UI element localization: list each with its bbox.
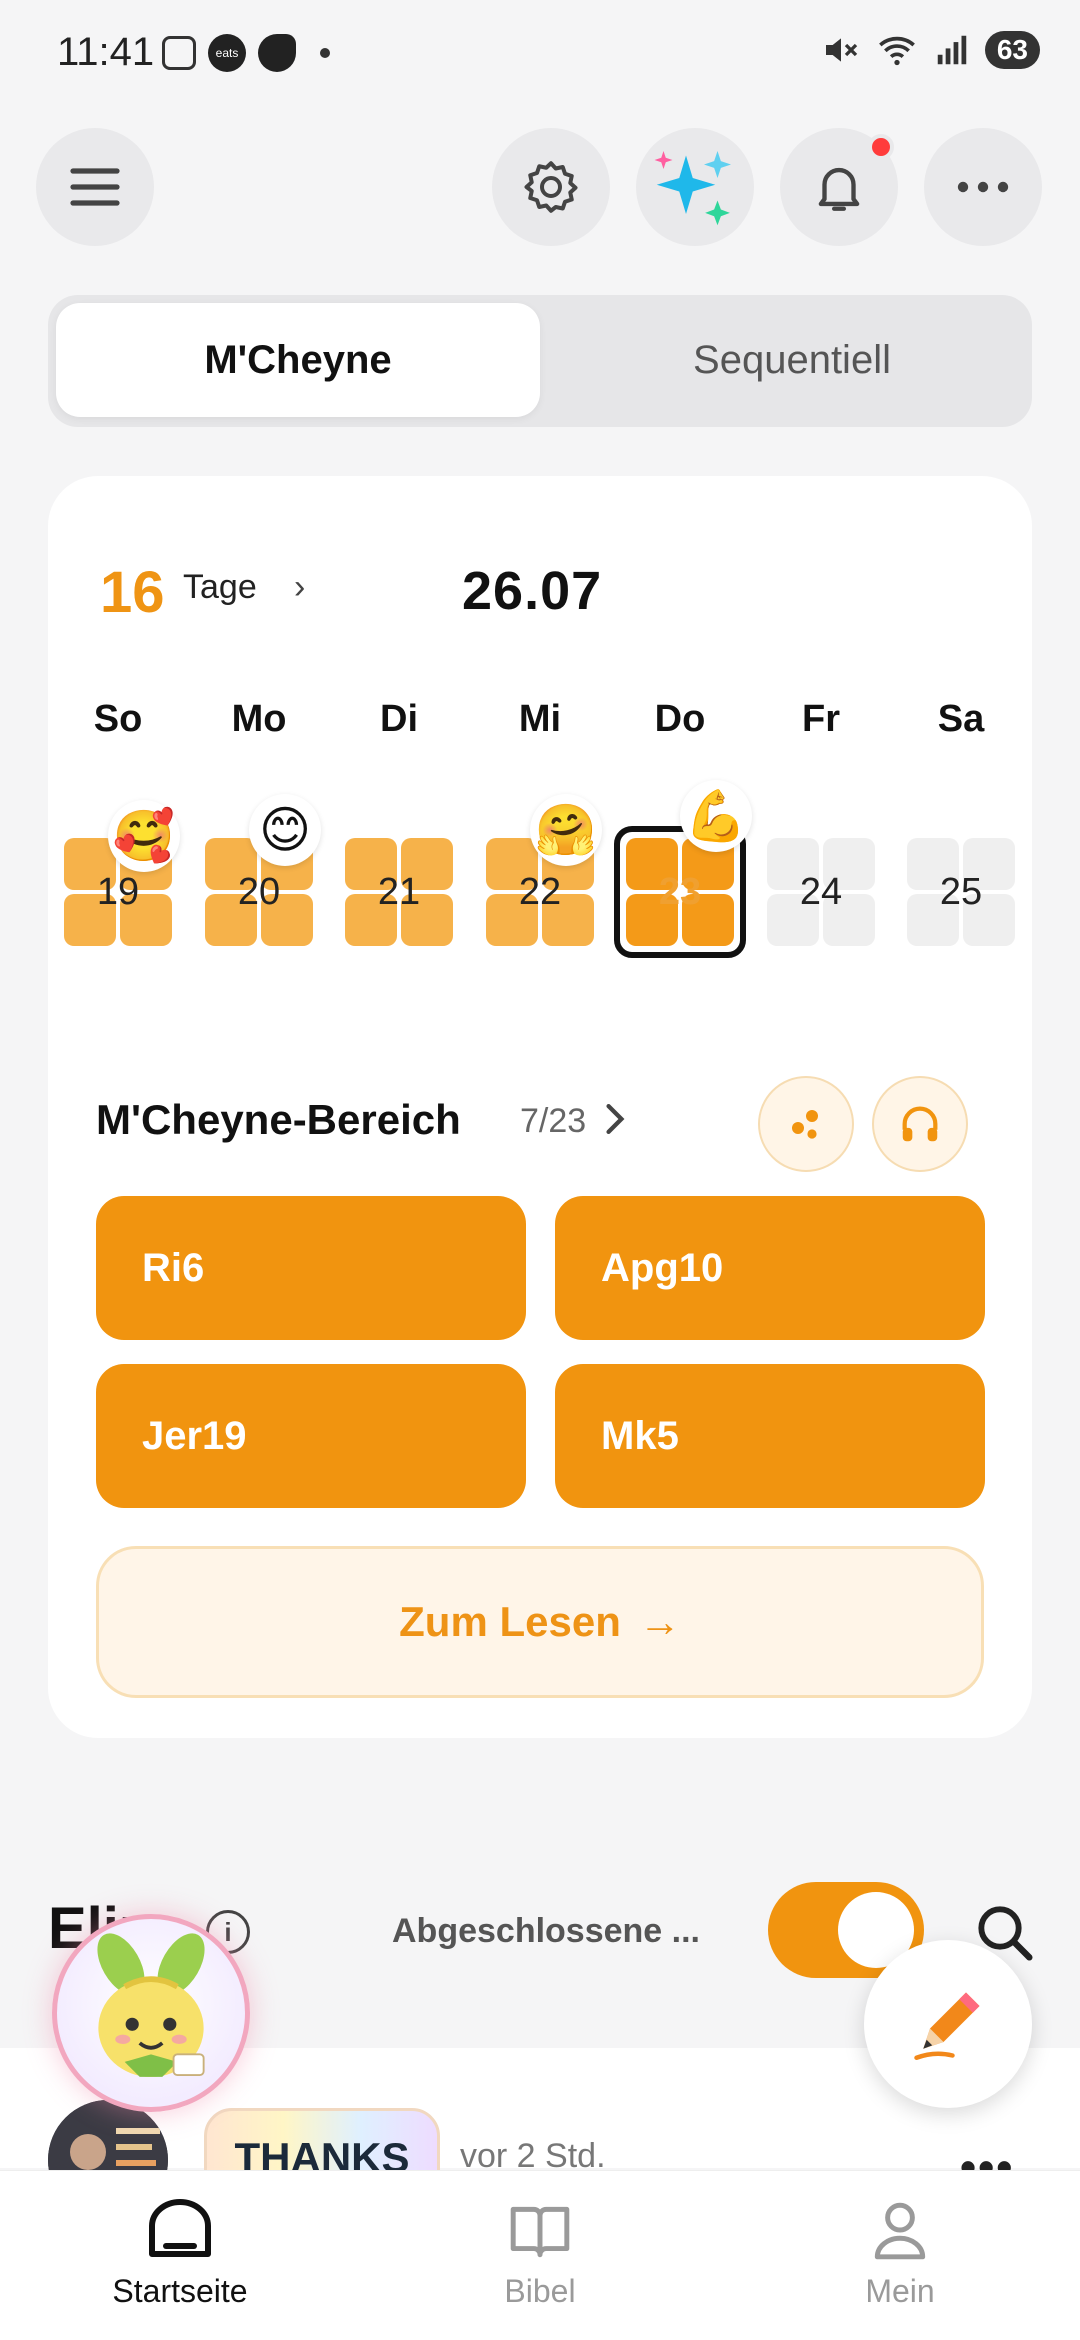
more-button[interactable] [924,128,1042,246]
day-cell[interactable]: 22 🤗 [486,794,602,946]
notifications-button[interactable] [780,128,898,246]
emoji-muscle-icon: 💪 [680,780,752,852]
weekday-label: Di [380,698,418,740]
book-icon [510,2206,570,2258]
section-progress[interactable]: 7/23 [520,1102,628,1141]
ai-sparkle-button[interactable] [636,128,754,246]
notification-badge-icon [868,134,894,160]
emoji-love-icon: 🥰 [108,800,180,872]
menu-icon [70,168,120,206]
weekday-label: Do [654,698,706,740]
reading-chip[interactable]: Mk5 [555,1364,985,1508]
plan-segmented-control: M'Cheyne Sequentiell [48,295,1032,427]
battery-indicator: 63 [984,31,1040,69]
gear-icon [524,161,578,213]
audio-button[interactable] [872,1076,968,1172]
reading-chip[interactable]: Apg10 [555,1196,985,1340]
emoji-smile-icon: 😊 [249,794,321,866]
nav-bible[interactable]: Bibel [430,2197,650,2310]
day-number: 21 [377,870,421,913]
streak-label[interactable]: Tage [183,568,257,607]
day-cell[interactable]: 19 🥰 [64,800,180,946]
notification-dot-icon [320,48,330,58]
sparkle-icon [654,151,731,226]
streak-count[interactable]: 16 [100,559,165,626]
chevron-right-icon [606,1104,625,1134]
pencil-icon [914,1992,980,2060]
start-reading-button[interactable]: Zum Lesen → [96,1546,984,1698]
settings-button[interactable] [492,128,610,246]
dark-app-icon [258,34,296,72]
person-icon [874,2202,926,2260]
current-date: 26.07 [462,561,603,621]
weekday-label: So [93,698,143,740]
mascot-button[interactable] [52,1914,250,2112]
bottom-navigation: Startseite Bibel Mein [0,2170,1080,2340]
tab-mcheyne[interactable]: M'Cheyne [56,303,540,417]
completed-filter-label: Abgeschlossene ... [392,1912,700,1950]
day-cell[interactable]: 24 [767,838,875,946]
nav-label-profile: Mein [865,2273,935,2309]
day-number: 24 [799,870,843,913]
tab-sequentiell[interactable]: Sequentiell [560,303,1024,417]
status-bar: 11:41 eats 63 [0,0,1080,110]
arrow-right-icon: → [638,1598,681,1645]
section-count: 7/23 [520,1102,587,1140]
start-reading-label: Zum Lesen [399,1598,621,1645]
wifi-icon [878,36,915,66]
nav-label-home: Startseite [112,2273,248,2309]
nav-label-bible: Bibel [504,2273,576,2309]
day-cell-today[interactable]: 23 💪 [614,780,752,958]
status-right-icons: 63 [821,30,1040,70]
screenshot-icon [162,36,196,70]
compose-button[interactable] [864,1940,1032,2108]
home-icon [149,2199,211,2257]
bell-icon [818,167,860,211]
weekday-label: Fr [802,698,840,740]
day-number: 25 [939,870,983,913]
nav-home[interactable]: Startseite [70,2197,290,2310]
status-time: 11:41 [57,30,155,74]
status-left-icons: eats [162,34,330,72]
weekday-label: Sa [937,698,985,740]
day-cell[interactable]: 21 [345,838,453,946]
reading-chip[interactable]: Ri6 [96,1196,526,1340]
signal-icon [937,35,967,65]
more-icon [957,181,1009,193]
nav-profile[interactable]: Mein [790,2197,1010,2310]
day-cell[interactable]: 25 [907,838,1015,946]
menu-button[interactable] [36,128,154,246]
day-cell[interactable]: 20 😊 [205,794,321,946]
headphones-icon [902,1106,938,1142]
weekday-label: Mi [518,698,562,740]
bubbles-icon [792,1110,818,1139]
coupang-eats-icon: eats [208,34,246,72]
reading-plan-card: 16 Tage › 26.07 So Mo Di Mi Do Fr Sa 19 … [48,476,1032,1738]
emoji-hug-icon: 🤗 [530,794,602,866]
share-button[interactable] [758,1076,854,1172]
day-number: 23 [658,870,702,913]
mascot-icon [97,1933,205,2077]
reading-chip[interactable]: Jer19 [96,1364,526,1508]
weekday-label: Mo [231,698,287,740]
mute-icon [825,38,858,62]
chevron-right-icon[interactable]: › [294,568,305,607]
section-title[interactable]: M'Cheyne-Bereich [96,1096,461,1144]
